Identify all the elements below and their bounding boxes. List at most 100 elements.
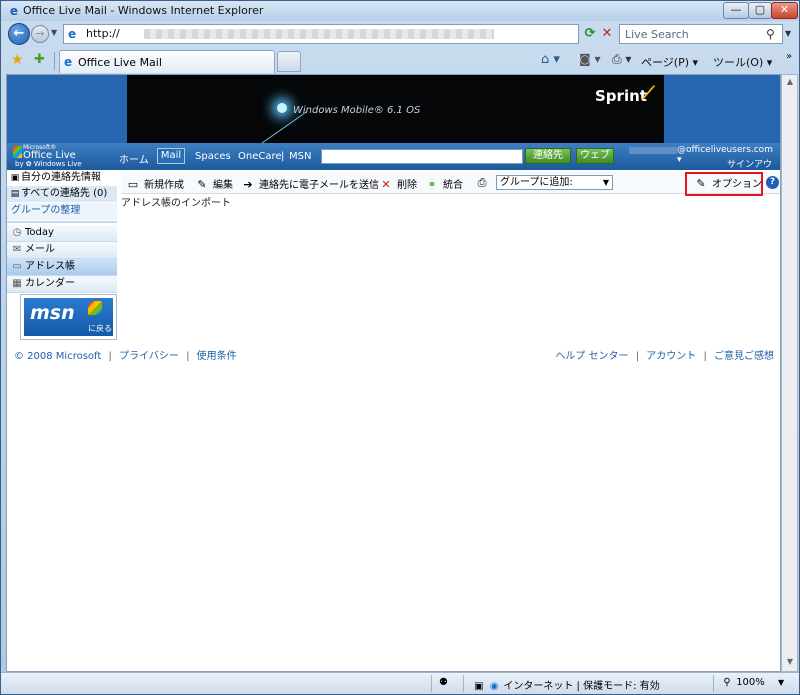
add-to-group-select[interactable]: グループに追加: ▼ — [496, 175, 613, 190]
sidebar-item-label: すべての連絡先 (0) — [21, 188, 108, 199]
address-url: http:// — [86, 27, 120, 40]
tab-page-icon: e — [64, 55, 73, 69]
nav-msn[interactable]: MSN — [289, 151, 311, 162]
terms-link[interactable]: 使用条件 — [197, 351, 237, 362]
sidebar-item-label: Today — [25, 227, 54, 238]
security-zone[interactable]: ▣ ◉ インターネット | 保護モード: 有効 — [473, 677, 659, 692]
sidebar-item-label: アドレス帳 — [25, 261, 75, 272]
home-icon[interactable]: ⌂ ▾ — [541, 52, 560, 67]
options-button[interactable]: ✎ オプション — [685, 172, 763, 196]
nav-onecare[interactable]: OneCare — [238, 151, 282, 162]
sidebar-item-label: メール — [25, 244, 55, 255]
protected-mode-icon: ▣ — [474, 681, 484, 692]
feedback-link[interactable]: ご意見ご感想 — [714, 351, 774, 362]
nav-spaces[interactable]: Spaces — [195, 151, 231, 162]
page-menu[interactable]: ページ(P) ▾ — [641, 54, 698, 70]
delete-label: 削除 — [397, 180, 417, 191]
search-contacts-button[interactable]: 連絡先 — [525, 148, 571, 164]
clock-icon: ◷ — [12, 227, 22, 238]
import-address-book-link[interactable]: アドレス帳のインポート — [121, 194, 231, 209]
sprint-logo: Sprint — [595, 87, 647, 105]
group-select-value: グループに追加: — [500, 177, 573, 188]
zoom-control[interactable]: ⚲ 100% ▼ — [721, 677, 784, 688]
scroll-down-icon[interactable]: ▼ — [784, 657, 796, 669]
close-button[interactable]: ✕ — [771, 2, 798, 19]
title-bar: e Office Live Mail - Windows Internet Ex… — [1, 1, 799, 21]
tab-office-live-mail[interactable]: e Office Live Mail — [59, 50, 275, 73]
search-input[interactable]: Live Search ⚲ — [619, 24, 783, 44]
nav-mail[interactable]: Mail — [157, 148, 185, 164]
maximize-button[interactable]: ▢ — [748, 2, 772, 19]
minimize-button[interactable]: — — [723, 2, 749, 19]
print-contacts-icon[interactable]: ⎙ — [475, 176, 493, 190]
new-tab-button[interactable] — [277, 51, 301, 72]
ie-logo-icon: e — [9, 4, 19, 18]
send-email-label: 連絡先に電子メールを送信 — [259, 180, 379, 191]
tab-label: Office Live Mail — [78, 56, 162, 69]
edit-label: 編集 — [213, 180, 233, 191]
delete-icon: ✕ — [381, 178, 391, 191]
page-header-bg: Windows Mobile® 6.1 OS Sprint ⟋ — [7, 75, 780, 143]
privacy-link[interactable]: プライバシー — [119, 351, 179, 362]
msn-logo: msn — [30, 302, 75, 324]
sidebar-all-contacts[interactable]: ▤ すべての連絡先 (0) — [7, 186, 117, 202]
contact-card-icon: ▣ — [10, 173, 20, 183]
forward-button[interactable]: → — [31, 25, 49, 43]
new-contact-button[interactable]: ▭ 新規作成 — [126, 176, 184, 191]
address-redacted — [144, 29, 494, 39]
send-email-icon: ➔ — [243, 178, 253, 191]
tools-menu[interactable]: ツール(O) ▾ — [713, 54, 772, 70]
user-name-redacted — [629, 147, 677, 154]
chevron-more-icon[interactable]: » — [786, 51, 792, 62]
search-web-button[interactable]: ウェブ — [576, 148, 614, 164]
msn-return-link[interactable]: msn に戻る — [20, 294, 117, 340]
footer-sep: | — [186, 351, 190, 362]
history-dropdown-icon[interactable]: ▼ — [51, 28, 57, 37]
favorites-star-icon[interactable]: ★ — [11, 52, 24, 68]
status-divider — [463, 675, 464, 692]
sidebar-item-today[interactable]: ◷ Today — [7, 225, 117, 242]
stop-icon[interactable]: ✕ — [599, 25, 615, 43]
msn-butterfly-icon — [88, 301, 102, 315]
sidebar-manage-groups[interactable]: グループの整理 — [7, 203, 117, 220]
edit-button[interactable]: ✎ 編集 — [195, 176, 233, 191]
print-icon[interactable]: ⎙ ▾ — [612, 52, 631, 67]
vertical-scrollbar[interactable]: ▲ ▼ — [781, 74, 798, 672]
feed-icon[interactable]: ◙ ▾ — [579, 52, 600, 66]
tab-command-row: ★ ✚ e Office Live Mail ⌂ ▾ ◙ ▾ ⎙ ▾ ページ(P… — [1, 48, 799, 74]
ad-banner[interactable]: Windows Mobile® 6.1 OS Sprint ⟋ — [127, 75, 664, 143]
account-link[interactable]: アカウント — [646, 351, 696, 362]
privacy-report-icon[interactable]: ⚉ — [439, 677, 448, 688]
merge-button[interactable]: ⚭ 統合 — [425, 176, 463, 191]
add-favorite-icon[interactable]: ✚ — [34, 52, 45, 67]
help-icon[interactable]: ? — [766, 176, 779, 189]
sidebar-my-contact-info[interactable]: ▣ 自分の連絡先情報 — [7, 170, 117, 186]
search-options-icon[interactable]: ▼ — [785, 29, 791, 38]
sidebar-item-mail[interactable]: ✉ メール — [7, 242, 117, 259]
delete-button[interactable]: ✕ 削除 — [379, 176, 417, 191]
refresh-icon[interactable]: ⟳ — [581, 25, 599, 43]
nav-home[interactable]: ホーム — [119, 151, 149, 166]
send-email-button[interactable]: ➔ 連絡先に電子メールを送信 — [241, 176, 379, 191]
search-icon[interactable]: ⚲ — [766, 27, 780, 41]
back-button[interactable]: ← — [8, 23, 30, 45]
contacts-search-input[interactable] — [321, 149, 523, 164]
new-label: 新規作成 — [144, 180, 184, 191]
status-divider — [713, 675, 714, 692]
nav-separator: | — [281, 151, 285, 162]
sidebar-item-address-book[interactable]: ▭ アドレス帳 — [7, 259, 117, 276]
help-center-link[interactable]: ヘルプ センター — [555, 351, 628, 362]
address-row: ← → ▼ e http:// ▼ ⟳ ✕ Live Search ⚲ ▼ — [1, 21, 799, 47]
address-input[interactable]: e http:// ▼ — [63, 24, 636, 44]
msn-back-label: に戻る — [88, 324, 112, 333]
logo-by: by ✿ Windows Live — [15, 160, 82, 168]
address-card-icon: ▭ — [12, 261, 22, 272]
scroll-up-icon[interactable]: ▲ — [784, 77, 796, 89]
office-logo-icon — [13, 146, 22, 158]
zoom-dropdown-icon: ▼ — [777, 678, 785, 687]
page-viewport: Windows Mobile® 6.1 OS Sprint ⟋ Microsof… — [6, 74, 781, 672]
contacts-toolbar: ▭ 新規作成 ✎ 編集 ➔ 連絡先に電子メールを送信 ✕ 削除 ⚭ 統合 ⎙ グループに追… — [121, 172, 780, 196]
sidebar-item-calendar[interactable]: ▦ カレンダー — [7, 276, 117, 293]
printer-icon: ⎙ — [477, 176, 487, 189]
globe-icon: ◉ — [489, 681, 499, 692]
